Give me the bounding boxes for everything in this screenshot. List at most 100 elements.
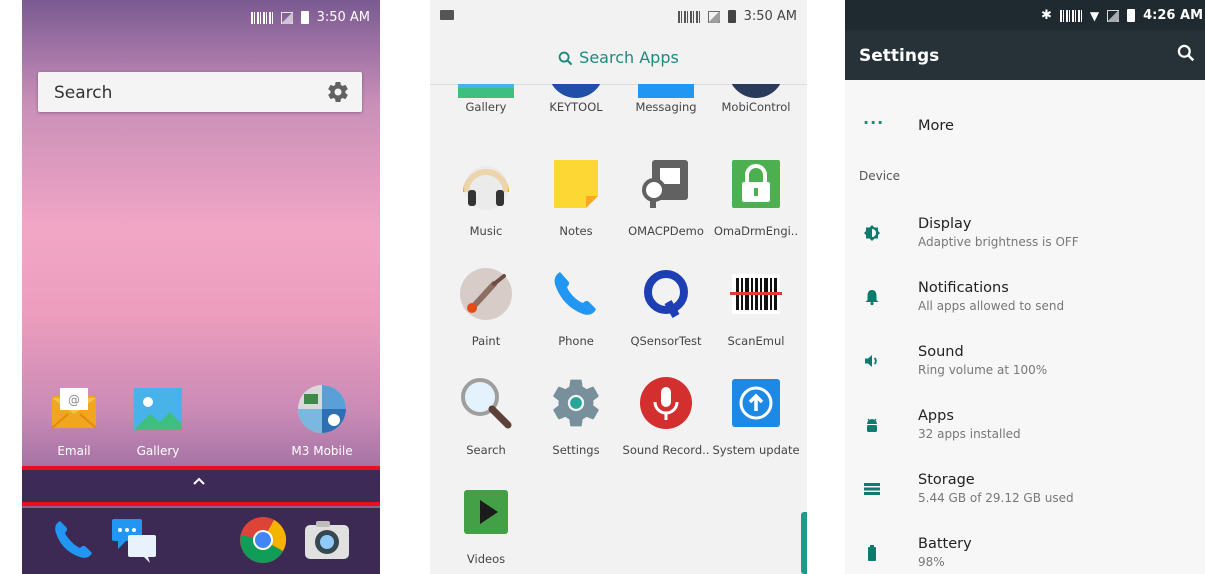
settings-item-title: Sound xyxy=(918,344,964,360)
app-drawer-screen: 3:50 AM Search Apps Gallery KEYTOOL Mess… xyxy=(430,0,807,574)
app-keytool[interactable]: KEYTOOL xyxy=(530,100,622,114)
app-mobicontrol[interactable]: MobiControl xyxy=(710,100,802,114)
settings-item-title: Apps xyxy=(918,408,954,424)
search-apps-label: Search Apps xyxy=(579,48,679,67)
settings-item-sound[interactable]: Sound Ring volume at 100% xyxy=(845,342,1205,392)
wifi-icon: ▼ xyxy=(1089,8,1100,23)
app-label: QSensorTest xyxy=(630,334,702,348)
page-title: Settings xyxy=(859,46,940,66)
gear-icon xyxy=(553,379,599,427)
gear-icon[interactable] xyxy=(326,80,350,104)
scrollbar[interactable] xyxy=(801,512,807,574)
volume-icon xyxy=(865,355,877,367)
omacp-icon xyxy=(642,160,688,208)
home-screen: 3:50 AM Search @ Email Gallery M3 Mobile xyxy=(22,0,380,574)
bluetooth-icon: ✱ xyxy=(1041,8,1052,23)
app-label: MobiControl xyxy=(721,100,791,114)
app-label: Gallery xyxy=(465,100,507,114)
app-qsensortest[interactable]: QSensorTest xyxy=(620,266,712,348)
gallery-icon[interactable] xyxy=(458,84,514,98)
messaging-icon[interactable] xyxy=(638,84,694,98)
camera-icon[interactable] xyxy=(302,515,352,565)
gallery-icon[interactable] xyxy=(132,384,184,434)
app-system-update[interactable]: System update xyxy=(710,375,802,457)
home-app-label: Email xyxy=(57,444,91,458)
headphones-icon xyxy=(463,166,509,210)
settings-toolbar: Settings xyxy=(845,30,1205,80)
app-messaging[interactable]: Messaging xyxy=(620,100,712,114)
app-label: ScanEmul xyxy=(727,334,785,348)
app-videos[interactable]: Videos xyxy=(440,484,532,566)
settings-item-apps[interactable]: Apps 32 apps installed xyxy=(845,406,1205,456)
m3-mobile-icon[interactable] xyxy=(296,384,348,434)
category-header: Device xyxy=(859,169,901,183)
app-paint[interactable]: Paint xyxy=(440,266,532,348)
qsensor-icon xyxy=(644,270,688,318)
app-phone[interactable]: Phone xyxy=(530,266,622,348)
app-music[interactable]: Music xyxy=(440,156,532,238)
image-notification-icon xyxy=(440,10,454,20)
search-icon xyxy=(558,51,573,66)
settings-item-subtitle: 5.44 GB of 29.12 GB used xyxy=(918,491,1074,505)
barcode-icon xyxy=(250,11,273,24)
status-time: 4:26 AM xyxy=(1143,8,1203,23)
paintbrush-icon xyxy=(460,268,512,320)
more-dots-icon: ··· xyxy=(863,113,885,132)
home-app-label: M3 Mobile xyxy=(291,444,353,458)
messaging-icon[interactable] xyxy=(110,515,160,565)
chrome-icon[interactable] xyxy=(238,515,288,565)
phone-icon xyxy=(554,272,596,315)
app-label: Videos xyxy=(466,552,506,566)
app-settings[interactable]: Settings xyxy=(530,375,622,457)
app-gallery[interactable]: Gallery xyxy=(440,100,532,114)
settings-item-title: Display xyxy=(918,216,972,232)
app-sound-recorder[interactable]: Sound Record.. xyxy=(620,375,712,457)
email-icon[interactable]: @ xyxy=(48,384,100,434)
settings-item-title: More xyxy=(918,118,954,134)
barcode-scanner-icon xyxy=(730,274,782,314)
keytool-icon[interactable] xyxy=(548,84,604,98)
app-label: Settings xyxy=(552,443,600,457)
phone-icon[interactable] xyxy=(48,515,98,565)
settings-item-subtitle: All apps allowed to send xyxy=(918,299,1065,313)
status-bar: 3:50 AM xyxy=(22,0,380,34)
app-label: Paint xyxy=(471,334,501,348)
settings-item-more[interactable]: ··· More xyxy=(845,110,1205,146)
system-update-icon xyxy=(732,379,780,427)
app-omacpdemo[interactable]: OMACPDemo xyxy=(620,156,712,238)
search-icon[interactable] xyxy=(1177,44,1195,62)
brightness-icon xyxy=(864,225,880,241)
search-apps-bar[interactable]: Search Apps xyxy=(430,34,807,84)
app-scanemul[interactable]: ScanEmul xyxy=(710,266,802,348)
settings-item-notifications[interactable]: Notifications All apps allowed to send xyxy=(845,278,1205,328)
no-signal-icon xyxy=(1107,9,1120,22)
barcode-icon xyxy=(677,10,700,23)
app-search[interactable]: Search xyxy=(440,375,532,457)
app-omadrmengine[interactable]: OmaDrmEngi.. xyxy=(710,156,802,238)
app-label: Notes xyxy=(559,224,593,238)
settings-item-title: Notifications xyxy=(918,280,1009,296)
battery-status-icon xyxy=(1127,9,1136,22)
chevron-up-icon[interactable] xyxy=(193,476,205,488)
app-label: Sound Record.. xyxy=(622,443,710,457)
lock-icon xyxy=(732,160,780,208)
app-label: Search xyxy=(466,443,506,457)
home-app-label: Gallery xyxy=(136,444,180,458)
settings-screen: ✱ ▼ 4:26 AM Settings ··· More Device Dis… xyxy=(845,0,1205,574)
battery-status-icon xyxy=(300,11,309,24)
note-icon xyxy=(554,160,598,208)
settings-item-title: Storage xyxy=(918,472,975,488)
settings-item-subtitle: Ring volume at 100% xyxy=(918,363,1048,377)
app-label: Messaging xyxy=(635,100,697,114)
home-search-bar[interactable]: Search xyxy=(38,72,362,112)
settings-item-title: Battery xyxy=(918,536,972,552)
mobicontrol-icon[interactable] xyxy=(728,84,784,98)
settings-item-display[interactable]: Display Adaptive brightness is OFF xyxy=(845,214,1205,264)
app-label: KEYTOOL xyxy=(549,100,603,114)
no-signal-icon xyxy=(707,10,720,23)
settings-item-storage[interactable]: Storage 5.44 GB of 29.12 GB used xyxy=(845,470,1205,520)
android-icon xyxy=(867,418,877,432)
app-notes[interactable]: Notes xyxy=(530,156,622,238)
status-time: 3:50 AM xyxy=(316,10,370,25)
settings-item-battery[interactable]: Battery 98% xyxy=(845,534,1205,574)
